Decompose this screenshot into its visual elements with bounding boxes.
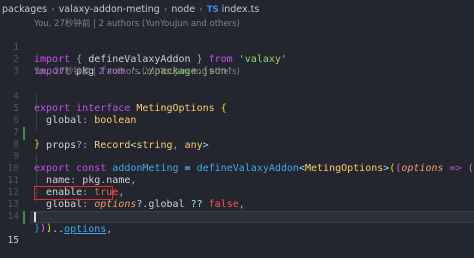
- code-line-3[interactable]: 3: [0, 54, 474, 77]
- code-editor[interactable]: You, 27秒钟前 | 2 authors (YunYouJun and ot…: [0, 19, 474, 258]
- code-line-2[interactable]: 2 import pkg from '../package.json': [0, 42, 474, 77]
- code-line-6[interactable]: 6 props?: Record<string, any>: [0, 103, 474, 150]
- code-line-14[interactable]: 14 })): [0, 199, 474, 234]
- code-line-7[interactable]: 7 }: [0, 115, 474, 150]
- code-line-4[interactable]: 4 export interface MetingOptions {: [0, 79, 474, 114]
- code-line-15[interactable]: 15: [0, 211, 474, 246]
- chevron-right-icon: ›: [199, 4, 203, 15]
- breadcrumb-item-folder[interactable]: node: [171, 4, 195, 15]
- breadcrumb: packages › valaxy-addon-meting › node › …: [0, 0, 474, 19]
- code-line-9[interactable]: 9 export const addonMeting = defineValax…: [0, 139, 474, 174]
- chevron-right-icon: ›: [163, 4, 168, 15]
- breadcrumb-item-file[interactable]: index.ts: [222, 4, 260, 15]
- code-line-1[interactable]: 1 import { defineValaxyAddon } from 'val…: [0, 30, 474, 65]
- breadcrumb-item-packages[interactable]: packages: [2, 4, 47, 15]
- line-number: 3: [13, 66, 19, 78]
- code-line-8[interactable]: 8: [0, 127, 474, 150]
- code-line-5[interactable]: 5 global: boolean: [0, 91, 474, 126]
- codelens-authors[interactable]: You, 27秒钟前 | 2 authors (YunYouJun and ot…: [34, 67, 240, 78]
- text-cursor: [34, 212, 36, 222]
- typescript-file-icon: TS: [206, 4, 219, 15]
- code-line-11[interactable]: 11 enable: true,: [0, 163, 474, 198]
- line-content: })): [34, 223, 53, 235]
- codelens-authors[interactable]: You, 27秒钟前 | 2 authors (YunYouJun and ot…: [34, 19, 240, 30]
- annotation-highlight-box: [34, 186, 113, 200]
- line-number: 15: [7, 235, 19, 247]
- breadcrumb-item-package[interactable]: valaxy-addon-meting: [59, 4, 160, 15]
- current-line-highlight: [30, 211, 474, 224]
- chevron-right-icon: ›: [51, 4, 55, 15]
- code-line-10[interactable]: 10 name: pkg.name,: [0, 151, 474, 186]
